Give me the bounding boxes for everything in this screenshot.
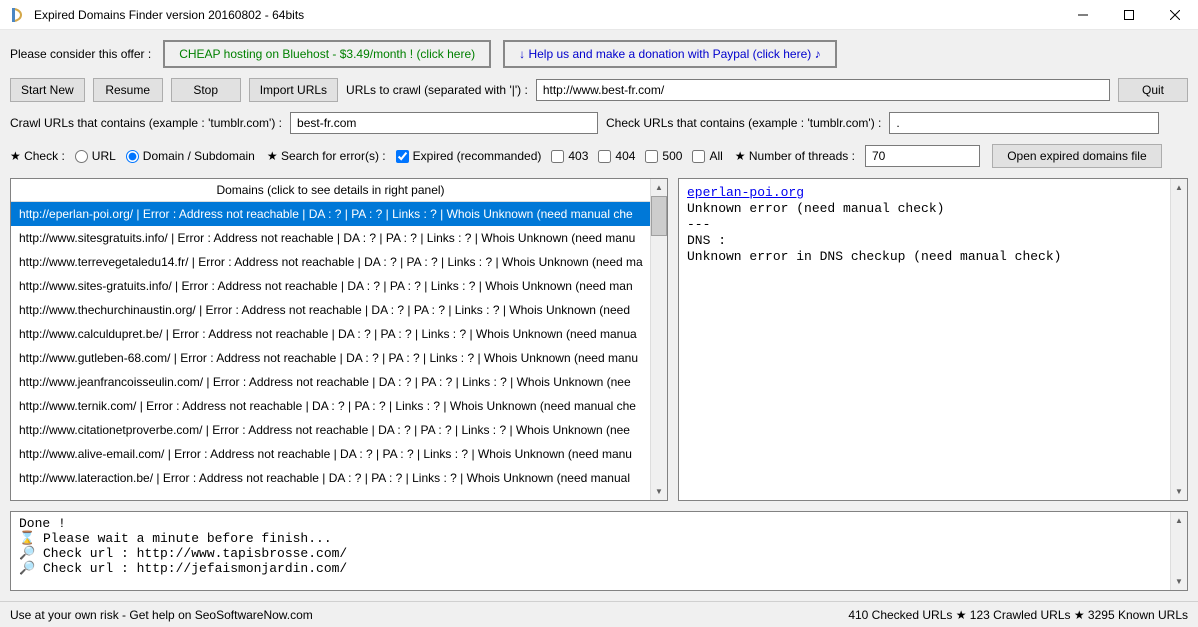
offer-row: Please consider this offer : CHEAP hosti… bbox=[10, 40, 1188, 68]
scroll-down-icon[interactable]: ▼ bbox=[1171, 483, 1187, 500]
crawl-filter-label: Crawl URLs that contains (example : 'tum… bbox=[10, 116, 282, 130]
list-item[interactable]: http://www.jeanfrancoisseulin.com/ | Err… bbox=[11, 370, 650, 394]
domains-scrollbar[interactable]: ▲ ▼ bbox=[650, 179, 667, 500]
list-item[interactable]: http://www.sites-gratuits.info/ | Error … bbox=[11, 274, 650, 298]
check-filter-input[interactable] bbox=[889, 112, 1159, 134]
details-link[interactable]: eperlan-poi.org bbox=[687, 185, 804, 200]
domains-list[interactable]: http://eperlan-poi.org/ | Error : Addres… bbox=[11, 202, 650, 490]
minimize-button[interactable] bbox=[1060, 0, 1106, 30]
app-icon bbox=[10, 7, 26, 23]
expired-checkbox[interactable]: Expired (recommanded) bbox=[396, 149, 542, 163]
list-item[interactable]: http://www.ternik.com/ | Error : Address… bbox=[11, 394, 650, 418]
search-options-label: ★ Search for error(s) : bbox=[267, 149, 386, 163]
resume-button[interactable]: Resume bbox=[93, 78, 163, 102]
details-scrollbar[interactable]: ▲ ▼ bbox=[1170, 179, 1187, 500]
scroll-down-icon[interactable]: ▼ bbox=[651, 483, 667, 500]
scroll-up-icon[interactable]: ▲ bbox=[651, 179, 667, 196]
toolbar-row: Start New Resume Stop Import URLs URLs t… bbox=[10, 78, 1188, 102]
list-item[interactable]: http://www.terrevegetaledu14.fr/ | Error… bbox=[11, 250, 650, 274]
options-row: ★ Check : URL Domain / Subdomain ★ Searc… bbox=[10, 144, 1188, 168]
domain-radio[interactable]: Domain / Subdomain bbox=[126, 149, 255, 163]
start-new-button[interactable]: Start New bbox=[10, 78, 85, 102]
urls-input[interactable] bbox=[536, 79, 1110, 101]
titlebar: Expired Domains Finder version 20160802 … bbox=[0, 0, 1198, 30]
urls-label: URLs to crawl (separated with '|') : bbox=[346, 83, 528, 97]
log-scrollbar[interactable]: ▲ ▼ bbox=[1170, 512, 1187, 590]
log-text: Done ! ⌛ Please wait a minute before fin… bbox=[11, 512, 1170, 590]
filter-row: Crawl URLs that contains (example : 'tum… bbox=[10, 112, 1188, 134]
threads-input[interactable] bbox=[865, 145, 980, 167]
import-urls-button[interactable]: Import URLs bbox=[249, 78, 338, 102]
url-radio[interactable]: URL bbox=[75, 149, 116, 163]
403-checkbox[interactable]: 403 bbox=[551, 149, 588, 163]
check-options-label: ★ Check : bbox=[10, 149, 65, 163]
scroll-up-icon[interactable]: ▲ bbox=[1171, 512, 1187, 529]
list-item[interactable]: http://www.thechurchinaustin.org/ | Erro… bbox=[11, 298, 650, 322]
statusbar: Use at your own risk - Get help on SeoSo… bbox=[0, 601, 1198, 627]
log-panel: Done ! ⌛ Please wait a minute before fin… bbox=[10, 511, 1188, 591]
details-text: eperlan-poi.org Unknown error (need manu… bbox=[679, 179, 1170, 500]
details-body: Unknown error (need manual check) --- DN… bbox=[687, 201, 1061, 264]
check-filter-label: Check URLs that contains (example : 'tum… bbox=[606, 116, 881, 130]
open-expired-file-button[interactable]: Open expired domains file bbox=[992, 144, 1162, 168]
list-item[interactable]: http://www.citationetproverbe.com/ | Err… bbox=[11, 418, 650, 442]
scroll-down-icon[interactable]: ▼ bbox=[1171, 573, 1187, 590]
list-item[interactable]: http://www.alive-email.com/ | Error : Ad… bbox=[11, 442, 650, 466]
window-title: Expired Domains Finder version 20160802 … bbox=[34, 8, 1060, 22]
offer-label: Please consider this offer : bbox=[10, 47, 151, 61]
list-item[interactable]: http://www.lateraction.be/ | Error : Add… bbox=[11, 466, 650, 490]
stop-button[interactable]: Stop bbox=[171, 78, 241, 102]
list-item[interactable]: http://www.calculdupret.be/ | Error : Ad… bbox=[11, 322, 650, 346]
all-checkbox[interactable]: All bbox=[692, 149, 722, 163]
paypal-offer-button[interactable]: ↓ Help us and make a donation with Paypa… bbox=[503, 40, 836, 68]
crawl-filter-input[interactable] bbox=[290, 112, 598, 134]
domains-panel: Domains (click to see details in right p… bbox=[10, 178, 668, 501]
close-button[interactable] bbox=[1152, 0, 1198, 30]
scroll-thumb[interactable] bbox=[651, 196, 667, 236]
list-item[interactable]: http://eperlan-poi.org/ | Error : Addres… bbox=[11, 202, 650, 226]
domains-header: Domains (click to see details in right p… bbox=[11, 179, 650, 202]
details-panel: eperlan-poi.org Unknown error (need manu… bbox=[678, 178, 1188, 501]
status-right: 410 Checked URLs ★ 123 Crawled URLs ★ 32… bbox=[848, 608, 1188, 622]
hosting-offer-button[interactable]: CHEAP hosting on Bluehost - $3.49/month … bbox=[163, 40, 491, 68]
maximize-button[interactable] bbox=[1106, 0, 1152, 30]
500-checkbox[interactable]: 500 bbox=[645, 149, 682, 163]
quit-button[interactable]: Quit bbox=[1118, 78, 1188, 102]
list-item[interactable]: http://www.sitesgratuits.info/ | Error :… bbox=[11, 226, 650, 250]
list-item[interactable]: http://www.gutleben-68.com/ | Error : Ad… bbox=[11, 346, 650, 370]
404-checkbox[interactable]: 404 bbox=[598, 149, 635, 163]
status-left: Use at your own risk - Get help on SeoSo… bbox=[10, 608, 848, 622]
scroll-up-icon[interactable]: ▲ bbox=[1171, 179, 1187, 196]
threads-label: ★ Number of threads : bbox=[735, 149, 855, 163]
